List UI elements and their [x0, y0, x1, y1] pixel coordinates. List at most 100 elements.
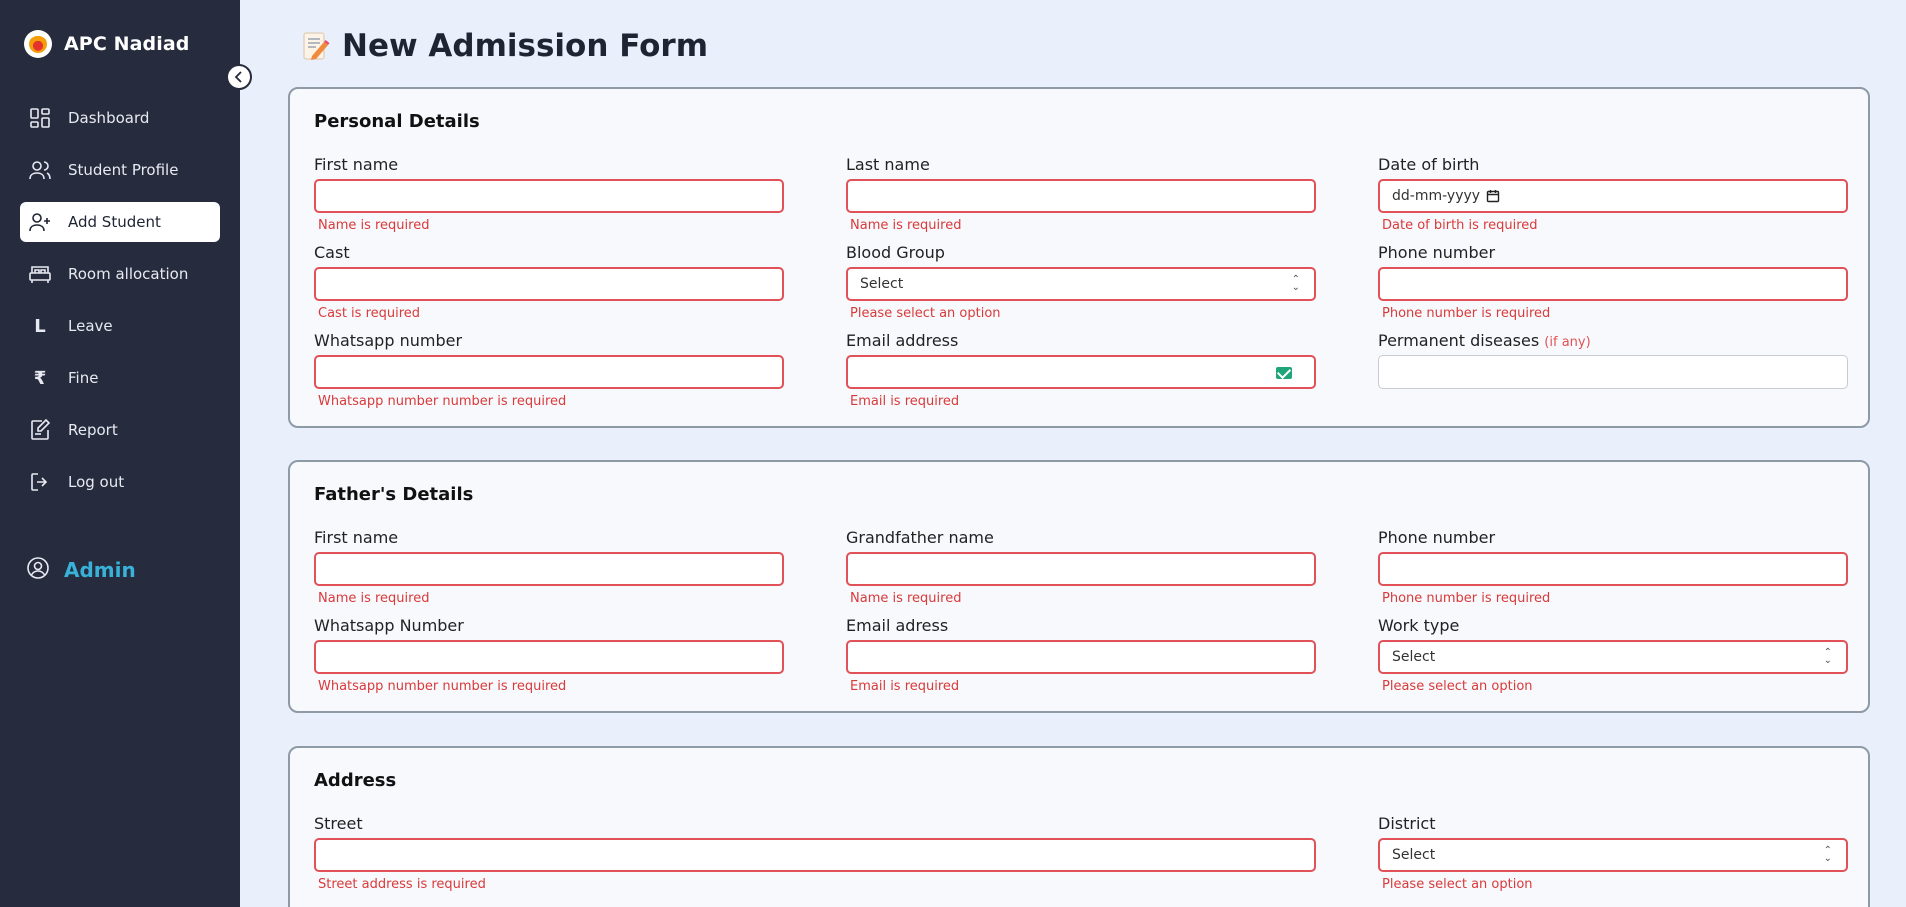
optional-hint: (if any)	[1544, 335, 1591, 350]
personal-email-field: Email address Email is required	[846, 331, 1316, 410]
address-card: Address Street Street address is require…	[288, 746, 1870, 907]
father-phone-input[interactable]	[1378, 552, 1848, 586]
error-message: Email is required	[850, 394, 960, 409]
field-label: Permanent diseases (if any)	[1378, 331, 1848, 353]
first-name-input[interactable]	[314, 179, 784, 213]
section-title: Personal Details	[314, 111, 480, 132]
field-label: Whatsapp number	[314, 331, 463, 350]
error-message: Please select an option	[1382, 679, 1533, 694]
memo-icon	[302, 30, 330, 62]
collapse-sidebar-button[interactable]	[226, 64, 252, 90]
brand-name: APC Nadiad	[64, 33, 190, 55]
field-label: Phone number	[1378, 528, 1496, 547]
field-label: Blood Group	[846, 243, 945, 262]
leave-icon: L	[34, 315, 46, 337]
father-email-input[interactable]	[846, 640, 1316, 674]
personal-first-name-field: First name Name is required	[314, 155, 784, 234]
father-phone-field: Phone number Phone number is required	[1378, 528, 1848, 607]
error-message: Name is required	[318, 218, 430, 233]
cast-input[interactable]	[314, 267, 784, 301]
sidebar-item-logout[interactable]: Log out	[20, 462, 220, 502]
personal-dob-field: Date of birth dd-mm-yyyy Date of birth i…	[1378, 155, 1848, 234]
select-value: Select	[1392, 847, 1436, 863]
page-title: New Admission Form	[302, 28, 708, 64]
dashboard-icon	[28, 106, 52, 130]
whatsapp-input[interactable]	[314, 355, 784, 389]
users-icon	[28, 158, 52, 182]
dob-input[interactable]: dd-mm-yyyy	[1378, 179, 1848, 213]
error-message: Date of birth is required	[1382, 218, 1538, 233]
sidebar-item-label: Add Student	[68, 213, 161, 231]
field-label: Last name	[846, 155, 930, 174]
sidebar-item-fine[interactable]: ₹ Fine	[20, 358, 220, 398]
error-message: Phone number is required	[1382, 306, 1551, 321]
user-circle-icon	[26, 556, 50, 584]
father-whatsapp-input[interactable]	[314, 640, 784, 674]
field-label: Cast	[314, 243, 350, 262]
sidebar-item-label: Student Profile	[68, 161, 179, 179]
rupee-icon: ₹	[33, 367, 47, 389]
diseases-input[interactable]	[1378, 355, 1848, 389]
field-label: Street	[314, 814, 363, 833]
report-edit-icon	[28, 418, 52, 442]
personal-cast-field: Cast Cast is required	[314, 243, 784, 322]
personal-blood-group-field: Blood Group Select ⌃ ⌄ Please select an o…	[846, 243, 1316, 322]
calendar-icon[interactable]	[1486, 189, 1500, 203]
error-message: Whatsapp number number is required	[318, 394, 567, 409]
section-title: Father's Details	[314, 484, 474, 505]
sidebar-item-label: Fine	[68, 369, 99, 387]
sidebar-item-add-student[interactable]: Add Student	[20, 202, 220, 242]
error-message: Street address is required	[318, 877, 486, 892]
error-message: Name is required	[318, 591, 430, 606]
father-first-name-input[interactable]	[314, 552, 784, 586]
error-message: Name is required	[850, 218, 962, 233]
field-label: Work type	[1378, 616, 1460, 635]
grandfather-name-field: Grandfather name Name is required	[846, 528, 1316, 607]
sidebar-item-report[interactable]: Report	[20, 410, 220, 450]
field-label: Date of birth	[1378, 155, 1480, 174]
chevron-up-down-icon: ⌃ ⌄	[1291, 274, 1300, 293]
error-message: Email is required	[850, 679, 960, 694]
error-message: Please select an option	[850, 306, 1001, 321]
sidebar-item-label: Room allocation	[68, 265, 189, 283]
personal-last-name-field: Last name Name is required	[846, 155, 1316, 234]
personal-whatsapp-field: Whatsapp number Whatsapp number number i…	[314, 331, 784, 410]
sidebar-item-label: Log out	[68, 473, 125, 491]
sidebar-item-leave[interactable]: L Leave	[20, 306, 220, 346]
page-heading: New Admission Form	[342, 28, 709, 64]
dob-placeholder: dd-mm-yyyy	[1392, 188, 1481, 204]
diseases-label: Permanent diseases	[1378, 331, 1540, 350]
father-whatsapp-field: Whatsapp Number Whatsapp number number i…	[314, 616, 784, 695]
sidebar-item-label: Dashboard	[68, 109, 150, 127]
field-label: First name	[314, 528, 399, 547]
error-message: Cast is required	[318, 306, 421, 321]
work-type-select[interactable]: Select ⌃ ⌄	[1378, 640, 1848, 674]
bed-icon	[28, 262, 52, 286]
field-label: Email adress	[846, 616, 949, 635]
father-first-name-field: First name Name is required	[314, 528, 784, 607]
main-content: New Admission Form Personal Details Firs…	[240, 0, 1906, 907]
street-input[interactable]	[314, 838, 1316, 872]
sidebar-item-dashboard[interactable]: Dashboard	[20, 98, 220, 138]
email-input[interactable]	[846, 355, 1316, 389]
select-value: Select	[1392, 649, 1436, 665]
sidebar-nav: Dashboard Student Profile Add Student Ro…	[20, 98, 220, 514]
section-title: Address	[314, 770, 397, 791]
personal-details-card: Personal Details First name Name is requ…	[288, 87, 1870, 428]
grandfather-name-input[interactable]	[846, 552, 1316, 586]
sidebar-item-room-allocation[interactable]: Room allocation	[20, 254, 220, 294]
brand-logo-icon	[24, 30, 52, 58]
district-field: District Select ⌃ ⌄ Please select an opti…	[1378, 814, 1848, 893]
street-field: Street Street address is required	[314, 814, 1316, 893]
field-label: First name	[314, 155, 399, 174]
last-name-input[interactable]	[846, 179, 1316, 213]
phone-input[interactable]	[1378, 267, 1848, 301]
blood-group-select[interactable]: Select ⌃ ⌄	[846, 267, 1316, 301]
district-select[interactable]: Select ⌃ ⌄	[1378, 838, 1848, 872]
admin-profile[interactable]: Admin	[26, 556, 136, 584]
brand[interactable]: APC Nadiad	[24, 30, 189, 58]
field-label: Whatsapp Number	[314, 616, 464, 635]
error-message: Phone number is required	[1382, 591, 1551, 606]
chevron-left-icon	[233, 68, 245, 87]
sidebar-item-student-profile[interactable]: Student Profile	[20, 150, 220, 190]
